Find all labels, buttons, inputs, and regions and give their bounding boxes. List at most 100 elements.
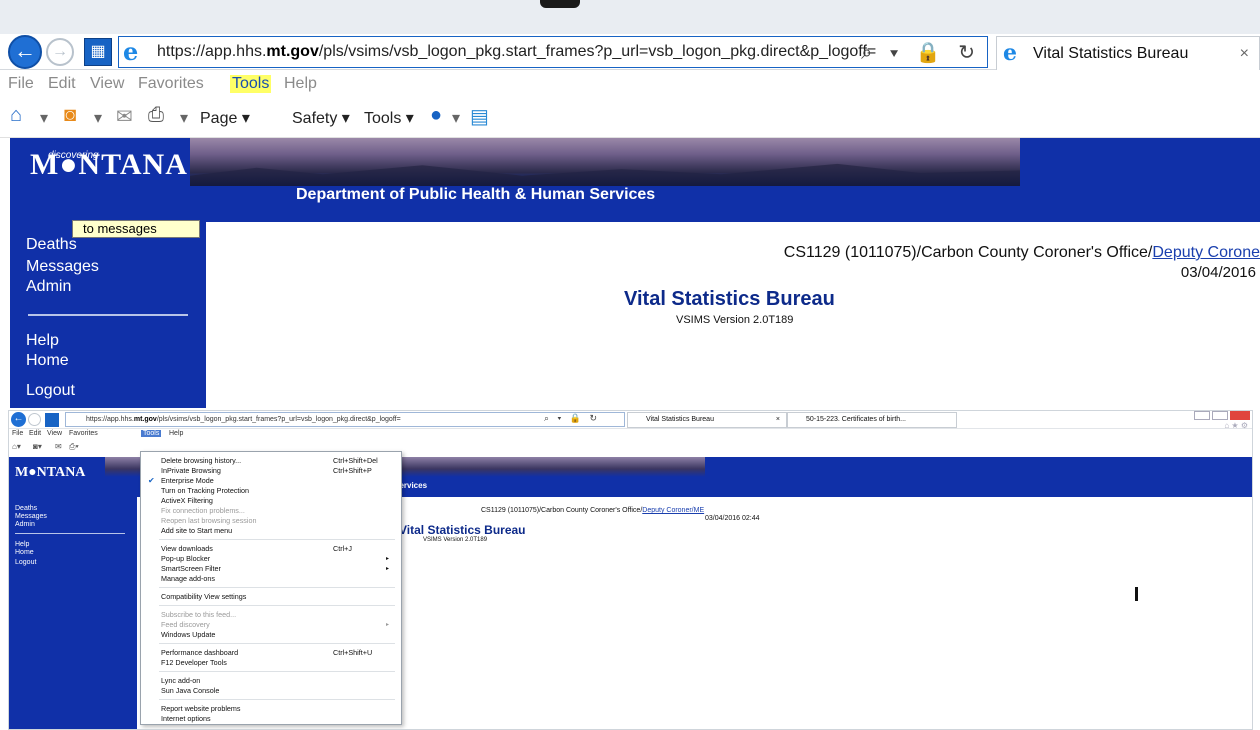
address-bar-row: ← → ▦ e https://app.hhs.mt.gov/pls/vsims…: [0, 34, 1260, 70]
page-menu[interactable]: Page ▾: [200, 108, 250, 128]
print-icon[interactable]: ⎙: [148, 104, 164, 127]
nav-logout[interactable]: Logout: [26, 382, 75, 400]
menu-item-delete-history[interactable]: Delete browsing history... Ctrl+Shift+Del: [141, 456, 401, 466]
ie-icon: e: [123, 37, 139, 66]
nav-messages[interactable]: Messages: [26, 258, 99, 276]
address-controls[interactable]: ⌕ ▾ 🔒 ↻: [544, 413, 600, 424]
feed-icon[interactable]: ◙: [64, 104, 76, 127]
forward-button[interactable]: →: [46, 38, 74, 66]
menu-file[interactable]: File: [12, 430, 23, 437]
menu-item-inprivate[interactable]: InPrivate Browsing Ctrl+Shift+P: [141, 466, 401, 476]
nav-divider: [15, 533, 125, 534]
menu-item-add-start[interactable]: Add site to Start menu: [141, 526, 401, 536]
chevron-right-icon: ▸: [385, 556, 389, 562]
menu-item-windows-update[interactable]: Windows Update: [141, 630, 401, 640]
menu-item-internet-options[interactable]: Internet options: [141, 714, 401, 724]
address-controls[interactable]: ⌕ ▾ 🔒 ↻: [861, 40, 981, 65]
menu-separator: [159, 539, 395, 540]
nav-help[interactable]: Help: [26, 332, 59, 350]
menu-item-manage-addons[interactable]: Manage add-ons: [141, 574, 401, 584]
chevron-down-icon[interactable]: ▾: [40, 108, 48, 128]
nav-deaths[interactable]: Deaths: [26, 236, 77, 254]
window-controls: [1194, 411, 1250, 421]
menu-item-smartscreen[interactable]: SmartScreen Filter ▸: [141, 564, 401, 574]
menu-item-f12-tools[interactable]: F12 Developer Tools: [141, 658, 401, 668]
maximize-button[interactable]: [1212, 411, 1228, 420]
nav-admin[interactable]: Admin: [26, 278, 71, 296]
version-text: VSIMS Version 2.0T189: [676, 314, 794, 326]
menu-item-compat-view[interactable]: Compatibility View settings: [141, 592, 401, 602]
department-title: Department of Public Health & Human Serv…: [296, 186, 656, 203]
version-text: VSIMS Version 2.0T189: [423, 537, 488, 543]
menu-item-lync[interactable]: Lync add-on: [141, 676, 401, 686]
menu-view[interactable]: View: [90, 75, 124, 93]
menu-item-java-console[interactable]: Sun Java Console: [141, 686, 401, 696]
help-icon[interactable]: ●: [430, 104, 442, 127]
tile-icon[interactable]: [45, 413, 59, 427]
menu-help[interactable]: Help: [169, 430, 183, 437]
menu-item-report-problems[interactable]: Report website problems: [141, 704, 401, 714]
text-cursor: [1135, 587, 1138, 601]
menu-tools[interactable]: Tools: [230, 75, 272, 93]
chevron-right-icon: ▸: [385, 622, 389, 628]
montana-logo[interactable]: M●NTANA: [15, 465, 85, 481]
menu-item-feed-discovery: Feed discovery ▸: [161, 620, 389, 629]
nav-help[interactable]: Help: [15, 541, 29, 548]
tools-menu[interactable]: Tools ▾: [364, 108, 414, 128]
research-icon[interactable]: ▤: [470, 104, 489, 129]
address-input[interactable]: https://app.hhs.mt.gov/pls/vsims/vsb_log…: [65, 412, 625, 427]
menu-edit[interactable]: Edit: [48, 75, 76, 93]
menu-view[interactable]: View: [47, 430, 62, 437]
safety-menu[interactable]: Safety ▾: [292, 108, 350, 128]
chevron-down-icon[interactable]: ▾: [452, 108, 460, 128]
close-icon[interactable]: ×: [776, 413, 780, 427]
nav-home[interactable]: Home: [15, 549, 34, 556]
menu-item-activex[interactable]: ActiveX Filtering: [141, 496, 401, 506]
forward-button[interactable]: [28, 413, 41, 426]
menu-help[interactable]: Help: [284, 75, 317, 93]
menu-separator: [159, 671, 395, 672]
deputy-coroner-link[interactable]: Deputy Coroner/ME: [642, 507, 704, 514]
tile-icon[interactable]: ▦: [84, 38, 112, 66]
browser-window-small: ← https://app.hhs.mt.gov/pls/vsims/vsb_l…: [8, 410, 1253, 730]
back-button[interactable]: ←: [8, 35, 42, 69]
url-text: https://app.hhs.mt.gov/pls/vsims/vsb_log…: [157, 43, 877, 60]
chevron-down-icon[interactable]: ▾: [94, 108, 102, 128]
tab-vital-statistics[interactable]: Vital Statistics Bureau ×: [627, 412, 787, 428]
minimize-button[interactable]: [1194, 411, 1210, 420]
chevron-right-icon: ▸: [385, 566, 389, 572]
montana-logo[interactable]: M●NTANA: [30, 148, 188, 182]
menu-edit[interactable]: Edit: [29, 430, 41, 437]
cropped-fragment: [540, 0, 580, 8]
menu-favorites[interactable]: Favorites: [69, 430, 98, 437]
menu-tools[interactable]: Tools: [141, 430, 162, 437]
tab-vital-statistics[interactable]: e Vital Statistics Bureau ×: [996, 36, 1260, 70]
mail-icon[interactable]: ✉: [116, 104, 133, 129]
mail-icon[interactable]: ✉: [55, 442, 62, 451]
address-input[interactable]: e https://app.hhs.mt.gov/pls/vsims/vsb_l…: [118, 36, 988, 68]
print-icon[interactable]: ⎙▾: [69, 442, 79, 452]
close-icon[interactable]: ×: [1240, 45, 1249, 63]
nav-messages[interactable]: Messages: [15, 513, 47, 520]
feed-icon[interactable]: ◙▾: [33, 442, 42, 451]
menu-item-fix-connection: Fix connection problems...: [161, 506, 245, 515]
menu-item-enterprise-mode[interactable]: ✔ Enterprise Mode: [141, 476, 401, 486]
nav-admin[interactable]: Admin: [15, 521, 35, 528]
menu-item-performance[interactable]: Performance dashboard Ctrl+Shift+U: [141, 648, 401, 658]
chevron-down-icon[interactable]: ▾: [180, 108, 188, 128]
menu-item-tracking-protection[interactable]: Turn on Tracking Protection: [141, 486, 401, 496]
tab-certificates[interactable]: 50-15-223. Certificates of birth...: [787, 412, 957, 428]
tab-title: Vital Statistics Bureau: [1033, 45, 1189, 62]
menu-item-view-downloads[interactable]: View downloads Ctrl+J: [141, 544, 401, 554]
menu-item-popup-blocker[interactable]: Pop-up Blocker ▸: [141, 554, 401, 564]
close-window-button[interactable]: [1230, 411, 1250, 420]
menu-file[interactable]: File: [8, 75, 34, 93]
back-button[interactable]: ←: [11, 412, 26, 427]
home-icon[interactable]: ⌂▾: [12, 442, 21, 451]
nav-logout[interactable]: Logout: [15, 559, 36, 566]
menu-favorites[interactable]: Favorites: [138, 75, 204, 93]
nav-deaths[interactable]: Deaths: [15, 505, 37, 512]
nav-home[interactable]: Home: [26, 352, 69, 370]
deputy-coroner-link[interactable]: Deputy Corone: [1152, 244, 1260, 261]
home-icon[interactable]: ⌂: [10, 104, 22, 127]
